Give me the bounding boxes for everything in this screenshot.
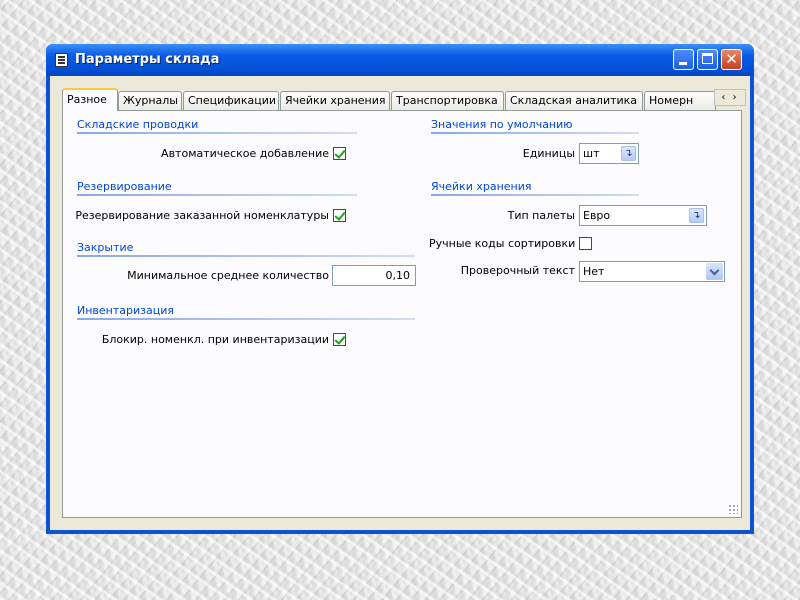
reservation-heading: Резервирование xyxy=(77,180,172,193)
resize-grip-icon[interactable] xyxy=(728,504,738,514)
tab-journals[interactable]: Журналы xyxy=(118,91,182,110)
chevron-down-icon[interactable] xyxy=(706,263,723,280)
tab-transportation[interactable]: Транспортировка xyxy=(391,91,504,110)
tab-numbering[interactable]: Номерн xyxy=(644,91,716,110)
min-qty-label: Минимальное среднее количество xyxy=(127,269,329,282)
inventory-heading: Инвентаризация xyxy=(77,304,174,317)
min-qty-input[interactable]: 0,10 xyxy=(332,265,416,286)
tab-panel-misc: Складские проводки Автоматическое добавл… xyxy=(62,110,742,518)
units-value: шт xyxy=(583,147,600,160)
form-icon xyxy=(55,53,68,67)
pallet-type-label: Тип палеты xyxy=(507,209,575,222)
lookup-icon[interactable]: ↴ xyxy=(689,208,704,223)
check-text-label: Проверочный текст xyxy=(460,264,575,277)
maximize-button[interactable] xyxy=(697,49,718,70)
block-inventory-label: Блокир. номенкл. при инвентаризации xyxy=(101,333,329,346)
auto-add-label: Автоматическое добавление xyxy=(161,147,329,160)
cells-divider xyxy=(431,194,639,196)
closing-divider xyxy=(77,255,415,257)
checkmark-icon xyxy=(334,147,346,159)
units-label: Единицы xyxy=(522,147,575,160)
units-input[interactable]: шт ↴ xyxy=(579,143,639,164)
window-title: Параметры склада xyxy=(75,52,220,67)
lookup-icon[interactable]: ↴ xyxy=(621,146,636,161)
postings-heading: Складские проводки xyxy=(77,118,199,131)
check-text-value: Нет xyxy=(583,265,605,278)
window-client-area: Разное Журналы Спецификации Ячейки хране… xyxy=(50,76,750,530)
block-inventory-checkbox[interactable] xyxy=(333,333,346,346)
defaults-heading: Значения по умолчанию xyxy=(431,118,573,131)
manual-sort-codes-label: Ручные коды сортировки xyxy=(429,237,576,250)
cells-heading: Ячейки хранения xyxy=(431,180,532,193)
manual-sort-codes-checkbox[interactable] xyxy=(579,237,592,250)
reserve-ordered-checkbox[interactable] xyxy=(333,209,346,222)
check-text-select[interactable]: Нет xyxy=(579,261,725,282)
minimize-icon xyxy=(679,62,687,65)
tab-storage-cells[interactable]: Ячейки хранения xyxy=(280,91,390,110)
close-button[interactable]: ✕ xyxy=(721,49,742,70)
closing-heading: Закрытие xyxy=(77,241,134,254)
title-bar[interactable]: Параметры склада ✕ xyxy=(46,44,754,76)
tab-misc[interactable]: Разное xyxy=(62,88,118,111)
defaults-divider xyxy=(431,132,639,134)
minimize-button[interactable] xyxy=(673,49,694,70)
inventory-divider xyxy=(77,318,415,320)
tab-strip: Разное Журналы Спецификации Ячейки хране… xyxy=(62,88,746,111)
maximize-icon xyxy=(702,53,713,64)
auto-add-checkbox[interactable] xyxy=(333,147,346,160)
settings-window: Параметры склада ✕ Разное Журналы Специф… xyxy=(46,44,754,534)
checkmark-icon xyxy=(334,209,346,221)
close-icon: ✕ xyxy=(725,50,738,68)
reserve-ordered-label: Резервирование заказанной номенклатуры xyxy=(75,209,329,222)
tab-scroll-buttons[interactable]: ‹ › xyxy=(714,89,746,106)
reservation-divider xyxy=(77,194,357,196)
tab-specifications[interactable]: Спецификации xyxy=(183,91,279,110)
pallet-type-input[interactable]: Евро ↴ xyxy=(579,205,707,226)
pallet-type-value: Евро xyxy=(583,209,611,222)
checkmark-icon xyxy=(334,333,346,345)
tab-warehouse-analytics[interactable]: Складская аналитика xyxy=(505,91,643,110)
postings-divider xyxy=(77,132,357,134)
